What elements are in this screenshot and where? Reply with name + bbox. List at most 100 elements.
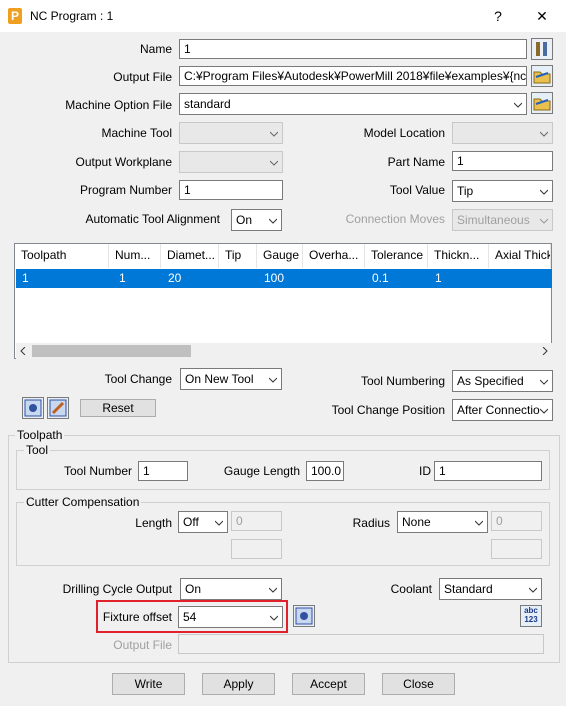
abc-123-icon[interactable]: abc 123 xyxy=(520,605,542,627)
tool-value-select[interactable]: Tip xyxy=(452,180,553,202)
output-file-input[interactable]: C:¥Program Files¥Autodesk¥PowerMill 2018… xyxy=(179,66,527,86)
table-cell: 0.1 xyxy=(372,271,389,285)
tools-icon[interactable] xyxy=(531,38,553,60)
auto-tool-alignment-select[interactable]: On xyxy=(231,209,282,231)
length-label: Length xyxy=(135,516,172,530)
radius-label: Radius xyxy=(352,516,390,530)
column-header[interactable]: Diamet... xyxy=(161,244,219,268)
column-header[interactable]: Thickn... xyxy=(428,244,489,268)
radius-number-input[interactable]: 0 xyxy=(491,511,542,531)
toolpath-output-file-input[interactable] xyxy=(178,634,544,654)
gauge-length-input[interactable]: 100.0 xyxy=(306,461,344,481)
write-button[interactable]: Write xyxy=(112,673,185,695)
length-secondary-input[interactable] xyxy=(231,539,282,559)
reset-button[interactable]: Reset xyxy=(80,399,156,417)
tool-change-select[interactable]: On New Tool xyxy=(180,368,282,390)
close-button[interactable]: Close xyxy=(382,673,455,695)
tool-group-title: Tool xyxy=(24,443,51,457)
chevron-down-icon xyxy=(540,131,548,137)
connection-moves-value: Simultaneous xyxy=(457,213,530,227)
radius-select[interactable]: None xyxy=(397,511,488,533)
title-bar: P NC Program : 1 ? ✕ xyxy=(0,0,566,32)
chevron-right-icon[interactable] xyxy=(541,347,549,355)
machine-option-file-label: Machine Option File xyxy=(65,98,172,112)
help-button[interactable]: ? xyxy=(486,6,510,26)
chevron-down-icon xyxy=(514,102,522,108)
table-cell: 1 xyxy=(119,271,126,285)
drilling-cycle-output-label: Drilling Cycle Output xyxy=(62,582,172,596)
fixture-offset-value: 54 xyxy=(183,610,197,624)
output-workplane-select[interactable] xyxy=(179,151,283,173)
id-input[interactable]: 1 xyxy=(434,461,542,481)
chevron-down-icon xyxy=(540,189,548,195)
chevron-down-icon xyxy=(475,520,483,526)
name-input[interactable]: 1 xyxy=(179,39,527,59)
fixture-settings-icon[interactable] xyxy=(293,605,315,627)
apply-button[interactable]: Apply xyxy=(202,673,275,695)
tool-change-position-select[interactable]: After Connectio xyxy=(452,399,553,421)
close-window-button[interactable]: ✕ xyxy=(530,6,554,26)
fixture-offset-label: Fixture offset xyxy=(102,610,172,624)
chevron-down-icon xyxy=(270,131,278,137)
model-location-select[interactable] xyxy=(452,122,553,144)
connection-moves-label: Connection Moves xyxy=(345,212,445,226)
column-header[interactable]: Num... xyxy=(109,244,161,268)
table-cell: 1 xyxy=(22,271,29,285)
table-cell: 1 xyxy=(435,271,442,285)
id-label: ID xyxy=(419,464,431,478)
tool-change-label: Tool Change xyxy=(104,372,172,386)
toolpath-table[interactable]: Toolpath Num... Diamet... Tip Gauge Over… xyxy=(14,243,552,359)
model-location-label: Model Location xyxy=(363,126,445,140)
coolant-label: Coolant xyxy=(390,582,432,596)
tool-numbering-label: Tool Numbering xyxy=(360,374,445,388)
radius-value: None xyxy=(402,515,431,529)
column-header[interactable]: Overha... xyxy=(303,244,365,268)
tool-settings-icon[interactable] xyxy=(22,397,44,419)
column-header[interactable]: Axial Thick xyxy=(489,244,551,268)
chevron-down-icon xyxy=(270,615,278,621)
chevron-down-icon xyxy=(540,408,548,414)
tool-edit-icon[interactable] xyxy=(47,397,69,419)
open-folder-icon[interactable] xyxy=(531,92,553,114)
open-folder-icon[interactable] xyxy=(531,65,553,87)
length-select[interactable]: Off xyxy=(178,511,228,533)
horizontal-scrollbar[interactable] xyxy=(16,343,552,359)
chevron-down-icon xyxy=(269,587,277,593)
length-number-input[interactable]: 0 xyxy=(231,511,282,531)
part-name-input[interactable]: 1 xyxy=(452,151,553,171)
chevron-down-icon xyxy=(270,160,278,166)
toolpath-output-file-label: Output File xyxy=(113,638,172,652)
chevron-down-icon xyxy=(529,587,537,593)
column-header[interactable]: Toolpath xyxy=(15,244,109,268)
scrollbar-thumb[interactable] xyxy=(32,345,191,357)
drilling-cycle-output-value: On xyxy=(185,582,202,596)
tool-numbering-select[interactable]: As Specified xyxy=(452,370,553,392)
column-header[interactable]: Tip xyxy=(219,244,257,268)
tool-change-position-label: Tool Change Position xyxy=(331,403,445,417)
table-cell: 20 xyxy=(168,271,182,285)
coolant-select[interactable]: Standard xyxy=(439,578,542,600)
output-workplane-label: Output Workplane xyxy=(75,155,173,169)
column-header[interactable]: Tolerance xyxy=(365,244,428,268)
program-number-label: Program Number xyxy=(79,183,172,197)
machine-option-file-value: standard xyxy=(184,97,231,111)
toolpath-group-title: Toolpath xyxy=(15,428,65,442)
accept-button[interactable]: Accept xyxy=(292,673,365,695)
chevron-left-icon[interactable] xyxy=(19,347,27,355)
radius-secondary-input[interactable] xyxy=(491,539,542,559)
cutter-compensation-title: Cutter Compensation xyxy=(24,495,142,509)
machine-tool-label: Machine Tool xyxy=(101,126,173,140)
part-name-label: Part Name xyxy=(387,155,445,169)
auto-tool-alignment-label: Automatic Tool Alignment xyxy=(85,212,220,226)
column-header[interactable]: Gauge xyxy=(257,244,303,268)
machine-option-file-select[interactable]: standard xyxy=(179,93,527,115)
connection-moves-select[interactable]: Simultaneous xyxy=(452,209,553,231)
chevron-down-icon xyxy=(540,379,548,385)
gauge-length-label: Gauge Length xyxy=(223,464,300,478)
chevron-down-icon xyxy=(215,520,223,526)
machine-tool-select[interactable] xyxy=(179,122,283,144)
tool-number-input[interactable]: 1 xyxy=(138,461,188,481)
fixture-offset-select[interactable]: 54 xyxy=(178,606,283,628)
program-number-input[interactable]: 1 xyxy=(179,180,283,200)
drilling-cycle-output-select[interactable]: On xyxy=(180,578,282,600)
